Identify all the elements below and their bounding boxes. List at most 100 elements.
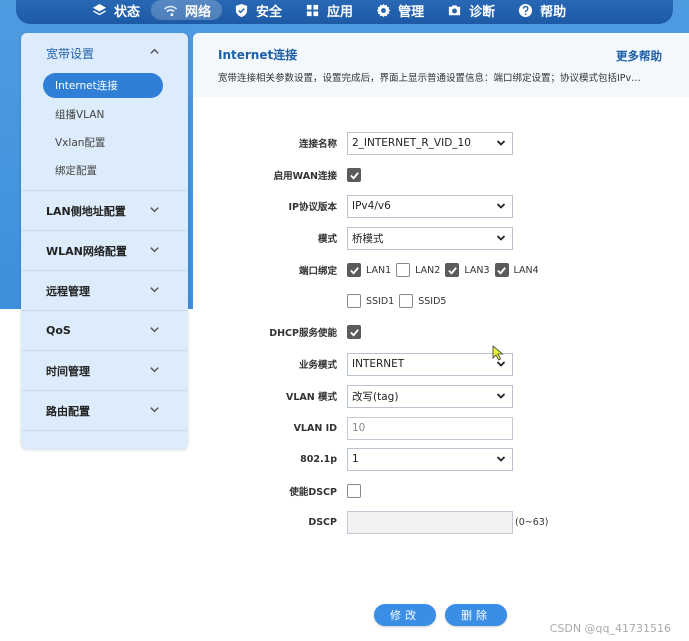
service-mode-select[interactable]: INTERNET [347, 352, 513, 376]
nav-item-label: 状态 [114, 4, 141, 20]
wifi-icon [162, 2, 178, 18]
enable-wan-checkbox[interactable] [347, 168, 361, 182]
delete-button[interactable]: 删除 [445, 604, 507, 626]
row-dot1p: 802.1p 1 [193, 447, 689, 471]
row-vlan-id: VLAN ID 10 [193, 416, 689, 440]
chevron-down-icon [149, 244, 160, 258]
lan3-label: LAN3 [464, 264, 490, 276]
ip-version-select[interactable]: IPv4/v6 [347, 194, 513, 218]
sidebar-group-label: 时间管理 [46, 364, 90, 378]
sidebar-group-label: 路由配置 [46, 404, 90, 418]
vlan-mode-select[interactable]: 改写(tag) [347, 384, 513, 408]
row-dscp: DSCP (0~63) [193, 510, 689, 534]
sidebar-sub-list: Internet连接 组播VLAN Vxlan配置 绑定配置 [21, 73, 188, 191]
sidebar-group-qos[interactable]: QoS [21, 311, 188, 351]
select-value: INTERNET [352, 358, 405, 370]
mode-select[interactable]: 桥模式 [347, 226, 513, 250]
nav-item-label: 帮助 [540, 4, 567, 20]
dot1p-select[interactable]: 1 [347, 447, 513, 471]
chevron-down-icon [149, 204, 160, 218]
field-label: IP协议版本 [288, 202, 338, 213]
lan3-checkbox[interactable] [445, 263, 460, 277]
sidebar-group-label: 远程管理 [46, 284, 90, 298]
sidebar-group-remote[interactable]: 远程管理 [21, 271, 188, 311]
dscp-input[interactable] [347, 510, 513, 534]
enable-dscp-checkbox[interactable] [347, 484, 361, 498]
nav-item-label: 安全 [256, 4, 283, 20]
row-service-mode: 业务模式 INTERNET [193, 352, 689, 376]
chevron-down-icon [149, 404, 160, 418]
sidebar: 宽带设置 Internet连接 组播VLAN Vxlan配置 绑定配置 LAN侧… [21, 33, 188, 449]
top-nav: 状态 网络 安全 应用 管理 诊断 帮助 [0, 0, 689, 24]
field-label: VLAN ID [293, 422, 337, 434]
lan2-label: LAN2 [415, 264, 441, 276]
sidebar-group-wlan[interactable]: WLAN网络配置 [21, 231, 188, 271]
nav-item-security[interactable]: 安全 [222, 0, 293, 20]
field-label: VLAN 模式 [285, 392, 337, 403]
field-label: 模式 [317, 234, 337, 245]
sidebar-item-internet[interactable]: Internet连接 [43, 73, 163, 98]
chevron-down-icon [496, 140, 506, 146]
nav-item-label: 网络 [185, 4, 212, 20]
row-ip-version: IP协议版本 IPv4/v6 [193, 194, 689, 218]
field-label: 802.1p [300, 453, 337, 465]
row-vlan-mode: VLAN 模式 改写(tag) [193, 384, 689, 408]
sidebar-item-vxlan[interactable]: Vxlan配置 [21, 128, 163, 156]
more-help-link[interactable]: 更多帮助 [616, 48, 662, 64]
sidebar-group-broadband[interactable]: 宽带设置 [21, 33, 188, 73]
row-enable-dscp: 使能DSCP [193, 479, 689, 503]
main-header: Internet连接 更多帮助 宽带连接相关参数设置，设置完成后，界面上显示普通… [193, 33, 689, 97]
nav-item-network[interactable]: 网络 [151, 0, 223, 20]
main-panel: Internet连接 更多帮助 宽带连接相关参数设置，设置完成后，界面上显示普通… [193, 33, 689, 641]
nav-item-label: 诊断 [469, 4, 496, 20]
mouse-cursor-icon [492, 345, 504, 361]
lan2-checkbox[interactable] [396, 263, 411, 277]
chevron-down-icon [496, 235, 506, 241]
lan4-checkbox[interactable] [494, 263, 509, 277]
sidebar-group-routing[interactable]: 路由配置 [21, 391, 188, 431]
modify-button[interactable]: 修改 [374, 604, 436, 626]
chevron-down-icon [149, 284, 160, 298]
chevron-down-icon [496, 203, 506, 209]
nav-item-label: 应用 [327, 4, 354, 20]
lan1-label: LAN1 [366, 264, 392, 276]
dscp-range-hint: (0~63) [515, 516, 549, 528]
layers-icon [91, 2, 107, 18]
ssid1-checkbox[interactable] [347, 294, 361, 308]
field-label: 业务模式 [298, 360, 337, 371]
select-value: 改写(tag) [352, 390, 399, 403]
connection-name-select[interactable]: 2_INTERNET_R_VID_10 [347, 131, 513, 155]
grid-icon [304, 2, 320, 18]
nav-item-status[interactable]: 状态 [80, 0, 151, 20]
select-value: 2_INTERNET_R_VID_10 [352, 137, 471, 149]
nav-item-help[interactable]: 帮助 [506, 0, 577, 20]
sidebar-item-multicast-vlan[interactable]: 组播VLAN [21, 100, 163, 128]
sidebar-group-label: WLAN网络配置 [46, 244, 127, 258]
chevron-down-icon [496, 456, 506, 462]
sidebar-group-lan[interactable]: LAN侧地址配置 [21, 191, 188, 231]
form-buttons: 修改 删除 [374, 604, 507, 626]
nav-item-label: 管理 [398, 4, 425, 20]
ssid5-checkbox[interactable] [399, 294, 414, 308]
nav-item-apps[interactable]: 应用 [293, 0, 364, 20]
gear-icon [375, 2, 391, 18]
select-value: 1 [352, 453, 359, 465]
lan1-checkbox[interactable] [347, 263, 361, 277]
row-mode: 模式 桥模式 [193, 226, 689, 250]
nav-item-manage[interactable]: 管理 [364, 0, 435, 20]
sidebar-group-time[interactable]: 时间管理 [21, 351, 188, 391]
field-label: DSCP [308, 516, 337, 528]
chevron-down-icon [149, 324, 160, 338]
sidebar-group-label: 宽带设置 [46, 46, 95, 61]
row-port-binding: 端口绑定 LAN1 LAN2 LAN3 LAN4 [193, 258, 689, 282]
page-description: 宽带连接相关参数设置，设置完成后，界面上显示普通设置信息：端口绑定设置；协议模式… [218, 73, 641, 84]
sidebar-item-binding[interactable]: 绑定配置 [21, 156, 163, 184]
row-enable-wan: 启用WAN连接 [193, 163, 689, 187]
shield-icon [233, 2, 249, 18]
camera-icon [446, 2, 462, 18]
lan4-label: LAN4 [513, 264, 539, 276]
nav-item-diagnose[interactable]: 诊断 [435, 0, 506, 20]
vlan-id-input[interactable]: 10 [347, 416, 513, 440]
row-ssid-binding: SSID1 SSID5 [193, 289, 689, 313]
dhcp-checkbox[interactable] [347, 325, 361, 339]
